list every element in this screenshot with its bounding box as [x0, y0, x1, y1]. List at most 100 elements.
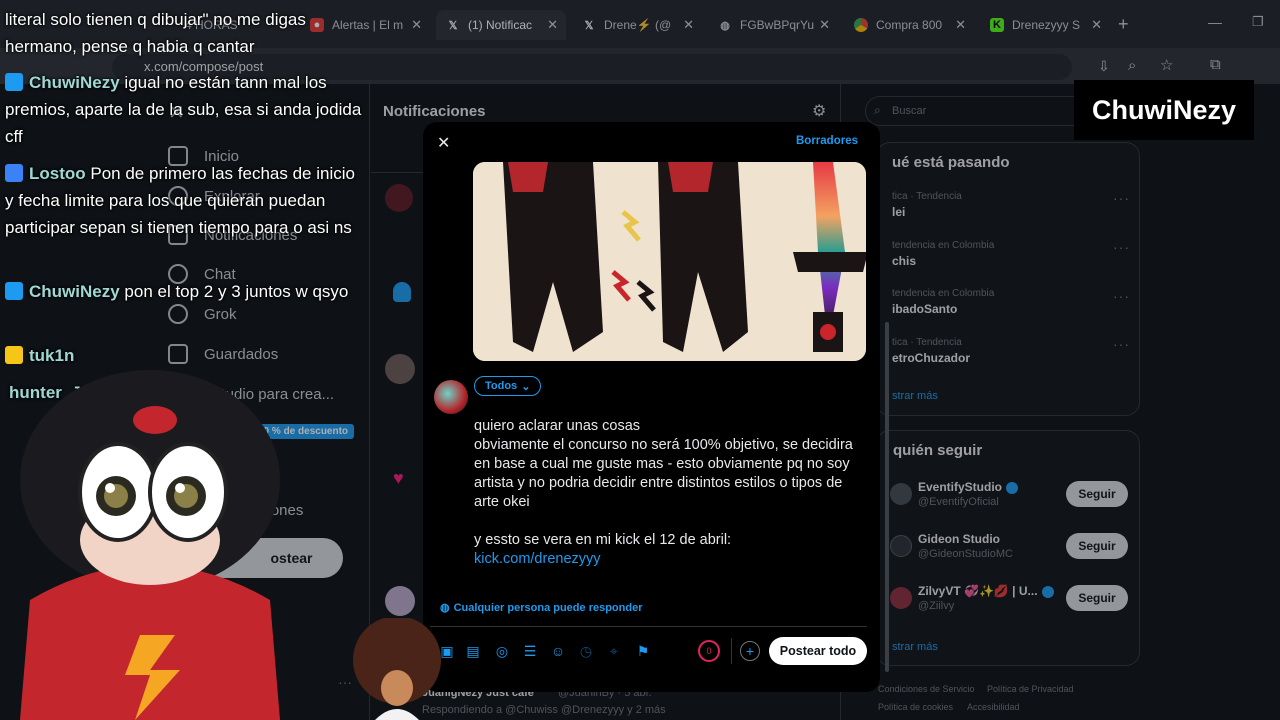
more-icon[interactable]: ···	[1113, 336, 1130, 352]
more-icon[interactable]: ···	[1113, 288, 1130, 304]
char-counter: 0	[698, 640, 720, 662]
crown-badge-icon	[5, 346, 23, 364]
close-icon[interactable]: ✕	[437, 133, 450, 153]
chat-message: ChuwiNezy igual no están tann mal los pr…	[5, 69, 365, 150]
suggested-account[interactable]: ZilvyVT 💞✨💋 | U... @Ziilvy	[890, 584, 1054, 612]
close-icon[interactable]: ✕	[955, 17, 966, 33]
browser-tab-kick[interactable]: K Drenezyyy S ✕	[980, 10, 1110, 40]
kick-badge-icon	[5, 73, 23, 91]
reply-settings-label: Cualquier persona puede responder	[453, 601, 643, 614]
x-logo-icon: 𝕏	[448, 19, 458, 32]
emoji-icon[interactable]: ☺	[550, 643, 566, 659]
footer-link[interactable]: Política de cookies	[878, 702, 953, 712]
account-handle: @GideonStudioMC	[918, 548, 1013, 560]
compose-textarea[interactable]: quiero aclarar unas cosas obviamente el …	[474, 417, 870, 569]
chevron-down-icon: ⌄	[521, 380, 531, 393]
maximize-icon[interactable]: ❐	[1252, 14, 1264, 30]
kick-icon: K	[990, 18, 1004, 32]
post-all-button[interactable]: Postear todo	[769, 637, 867, 665]
schedule-icon[interactable]: ◷	[578, 643, 594, 659]
attached-artwork-image[interactable]	[473, 162, 866, 361]
scrollbar[interactable]	[885, 322, 889, 672]
minimize-icon[interactable]: —	[1208, 14, 1222, 30]
close-icon[interactable]: ✕	[683, 17, 694, 33]
footer-link[interactable]: Política de Privacidad	[987, 684, 1074, 694]
x-logo-icon: 𝕏	[584, 19, 594, 32]
streamer-name-tag: ChuwiNezy	[1074, 80, 1254, 140]
compose-line: obviamente el concurso no será 100% obje…	[474, 437, 853, 510]
browser-tab-fgb[interactable]: ◍ FGBwBPqrYu ✕	[708, 10, 838, 40]
suggested-account[interactable]: EventifyStudio @EventifyOficial	[890, 480, 1019, 508]
compose-link[interactable]: kick.com/drenezyyy	[474, 550, 870, 569]
gif-icon[interactable]: ▤	[465, 643, 481, 659]
who-to-follow-title: quién seguir	[893, 442, 983, 459]
close-icon[interactable]: ✕	[1091, 17, 1102, 33]
more-icon[interactable]: ···	[1113, 239, 1130, 255]
follow-button[interactable]: Seguir	[1066, 481, 1128, 507]
avatar	[890, 483, 912, 505]
account-name: ZilvyVT 💞✨💋 | U...	[918, 584, 1038, 598]
kick-badge-icon	[5, 282, 23, 300]
heart-icon: ♥	[393, 468, 404, 488]
close-icon[interactable]: ✕	[547, 17, 558, 33]
follow-button[interactable]: Seguir	[1066, 585, 1128, 611]
chat-message: literal solo tienen q dibujar" no me dig…	[5, 6, 365, 60]
trend-item[interactable]: tendencia en Colombia ibadoSanto	[892, 288, 994, 316]
reply-settings[interactable]: ◍ Cualquier persona puede responder	[440, 601, 643, 615]
flag-icon[interactable]: ⚑	[635, 643, 651, 659]
close-icon[interactable]: ✕	[819, 17, 830, 33]
nav-label: Grok	[204, 305, 237, 323]
install-icon[interactable]: ⇩	[1098, 58, 1110, 75]
bookmark-star-icon[interactable]: ☆	[1160, 56, 1173, 74]
search-placeholder: Buscar	[892, 105, 927, 117]
trend-name: chis	[892, 254, 917, 268]
add-post-icon[interactable]: +	[740, 641, 760, 661]
chrome-icon	[854, 18, 868, 32]
trend-item[interactable]: tica · Tendencia etroChuzador	[892, 337, 970, 365]
tab-label: FGBwBPqrYu	[740, 18, 815, 32]
browser-tab-compra[interactable]: Compra 800 ✕	[844, 10, 974, 40]
chat-username: ChuwiNezy	[29, 282, 120, 301]
trending-title: ué está pasando	[892, 154, 1010, 171]
extensions-icon[interactable]: ⧉	[1210, 56, 1221, 73]
nav-item-grok[interactable]: Grok	[168, 304, 237, 324]
poll-icon[interactable]: ☰	[522, 643, 538, 659]
page-title: Notificaciones	[383, 103, 486, 120]
tab-label: Drenezyyy S	[1012, 18, 1081, 32]
user-avatar	[434, 380, 468, 414]
tab-label: (1) Notificac	[468, 18, 533, 32]
trend-name: etroChuzador	[892, 351, 970, 365]
footer-link[interactable]: Condiciones de Servicio	[878, 684, 975, 694]
show-more-link[interactable]: strar más	[892, 641, 938, 653]
show-more-link[interactable]: strar más	[892, 390, 938, 402]
new-tab-icon[interactable]: +	[1118, 14, 1129, 35]
chat-username: Lostoo	[29, 164, 86, 183]
verified-badge-icon	[1041, 585, 1054, 598]
globe-icon: ◍	[440, 602, 450, 614]
follow-button[interactable]: Seguir	[1066, 533, 1128, 559]
trend-item[interactable]: tica · Tendencia lei	[892, 191, 962, 219]
more-icon[interactable]: ···	[1113, 190, 1130, 206]
browser-tab-drene[interactable]: 𝕏 Drene⚡ (@ ✕	[572, 10, 702, 40]
chat-text: literal solo tienen q dibujar" no me dig…	[5, 10, 306, 56]
chat-message: ChuwiNezy pon el top 2 y 3 juntos w qsyo	[5, 278, 365, 305]
trend-meta: tica · Tendencia	[892, 337, 962, 348]
zoom-icon[interactable]: ⌕	[1128, 57, 1136, 74]
drafts-link[interactable]: Borradores	[796, 135, 858, 147]
suggested-account[interactable]: Gideon Studio @GideonStudioMC	[890, 532, 1013, 560]
cube-badge-icon	[5, 164, 23, 182]
verified-badge-icon	[1006, 481, 1019, 494]
footer-link[interactable]: Accesibilidad	[967, 702, 1020, 712]
trend-item[interactable]: tendencia en Colombia chis	[892, 240, 994, 268]
browser-tab-notificaciones[interactable]: 𝕏 (1) Notificac ✕	[436, 10, 566, 40]
tab-label: Compra 800	[876, 18, 943, 32]
afro-character	[353, 618, 441, 720]
settings-gear-icon[interactable]: ⚙	[812, 101, 826, 121]
trending-card	[876, 142, 1140, 416]
vtuber-avatar	[20, 370, 280, 720]
audience-dropdown[interactable]: Todos ⌄	[474, 376, 542, 396]
grok-icon[interactable]: ◎	[494, 643, 510, 659]
close-icon[interactable]: ✕	[411, 17, 422, 33]
audience-label: Todos	[485, 380, 518, 392]
location-icon[interactable]: ⌖	[606, 643, 622, 659]
